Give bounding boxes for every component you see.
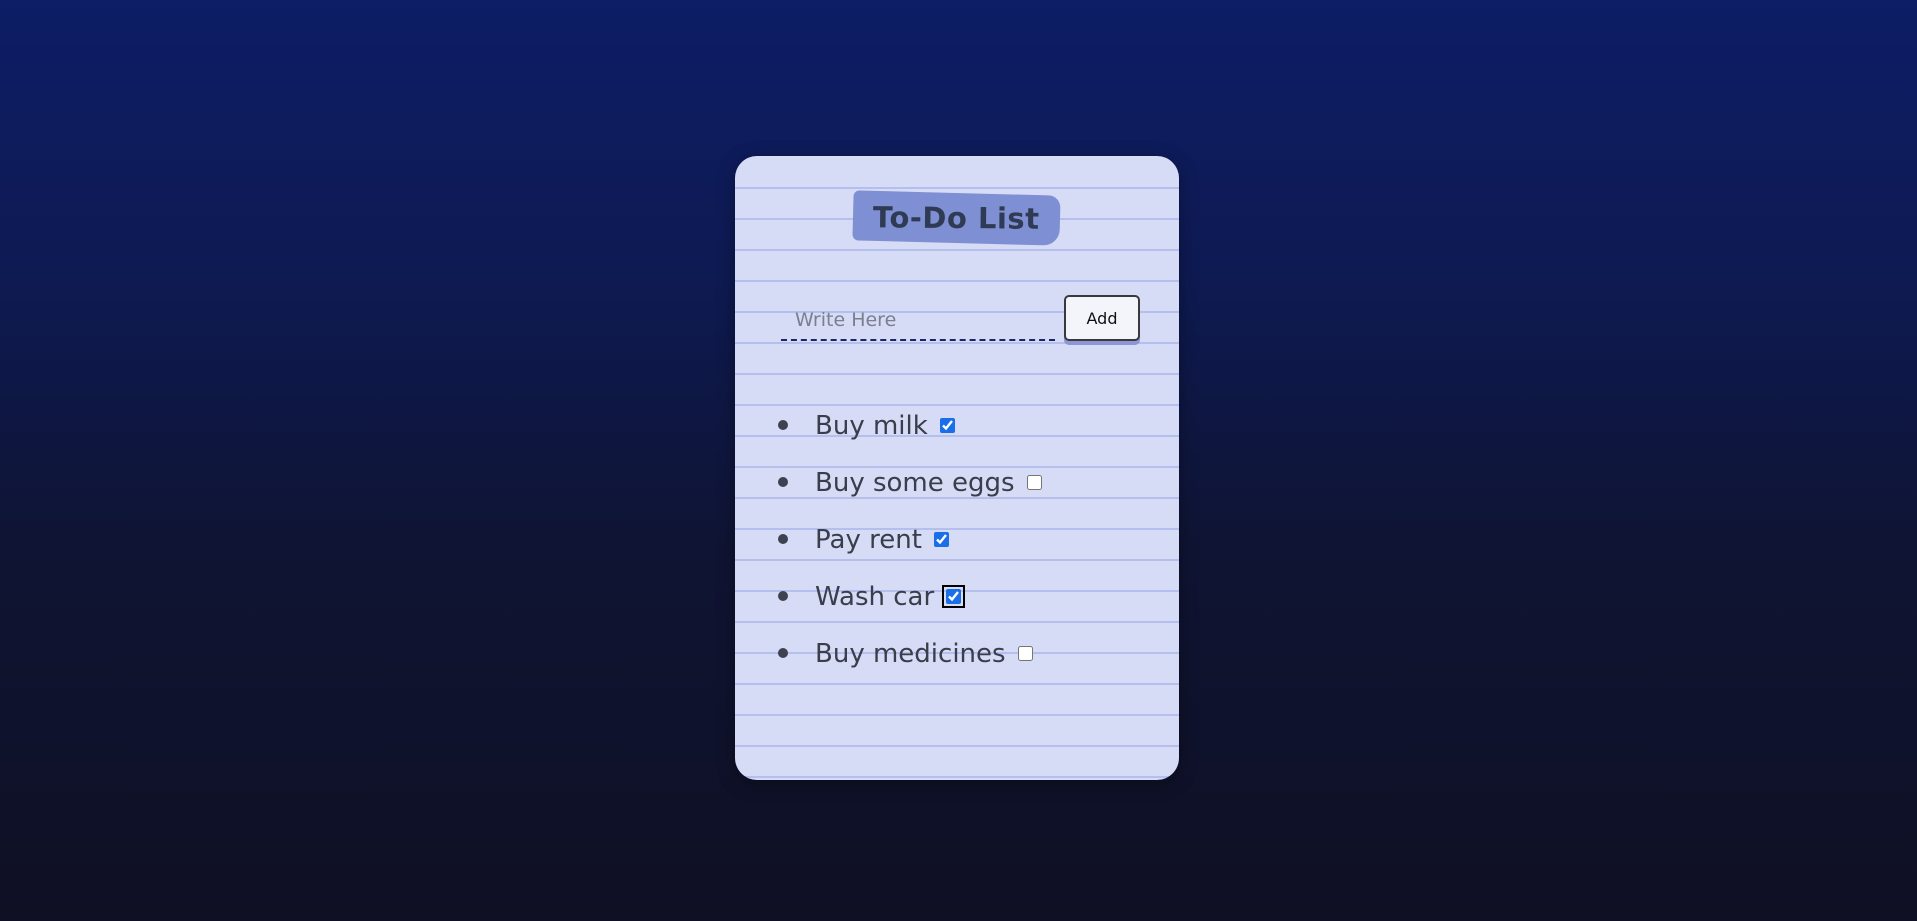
todo-checkbox[interactable] [940,418,955,433]
bullet-icon [778,591,788,601]
todo-item-text: Buy some eggs [815,468,1015,498]
list-item: Pay rent [735,512,1179,569]
add-todo-form: Add [781,295,1145,347]
bullet-icon [778,648,788,658]
page-title: To-Do List [873,200,1040,236]
todo-item-text: Wash car [815,582,935,612]
list-item: Buy some eggs [735,455,1179,512]
add-button[interactable]: Add [1064,295,1140,341]
list-item: Buy milk [735,398,1179,455]
todo-item-text: Buy medicines [815,639,1006,669]
todo-checkbox[interactable] [942,585,965,608]
todo-card: To-Do List Add Buy milk Buy some eggs Pa… [735,156,1179,780]
title-badge: To-Do List [852,190,1061,246]
list-item: Wash car [735,569,1179,626]
todo-list: Buy milk Buy some eggs Pay rent Wash car… [735,398,1179,683]
todo-checkbox[interactable] [934,532,949,547]
bullet-icon [778,477,788,487]
todo-checkbox[interactable] [1027,475,1042,490]
bullet-icon [778,420,788,430]
todo-checkbox[interactable] [1018,646,1033,661]
bullet-icon [778,534,788,544]
todo-input[interactable] [781,301,1055,341]
todo-item-text: Pay rent [815,525,922,555]
list-item: Buy medicines [735,626,1179,683]
todo-item-text: Buy milk [815,411,928,441]
page-background: { "app": { "title": "To-Do List" }, "inp… [0,0,1917,921]
